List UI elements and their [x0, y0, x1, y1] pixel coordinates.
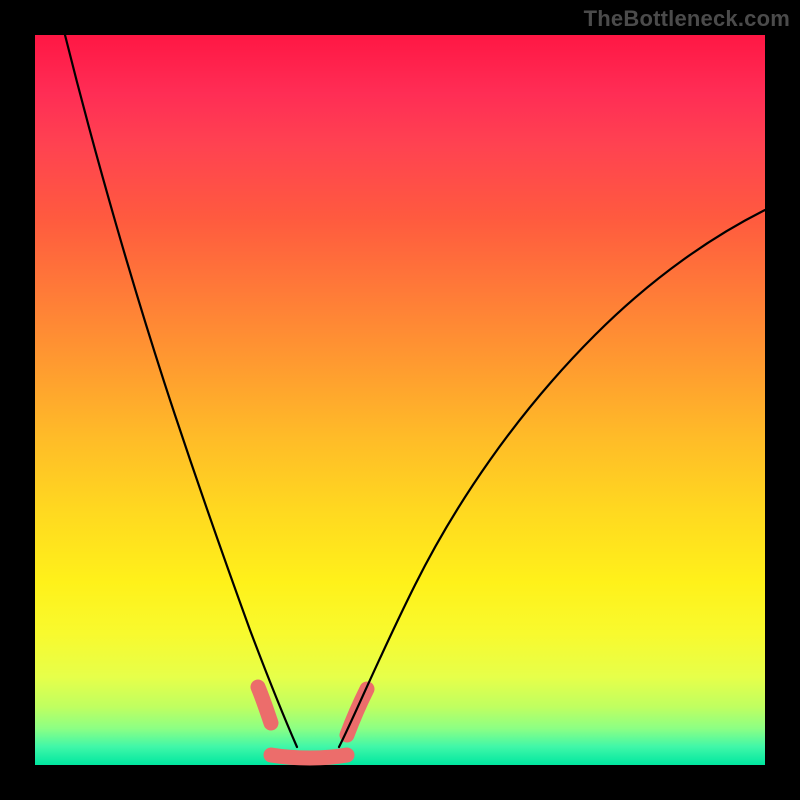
- watermark-text: TheBottleneck.com: [584, 6, 790, 32]
- right-curve: [339, 210, 765, 747]
- chart-canvas: [35, 35, 765, 765]
- outer-frame: TheBottleneck.com: [0, 0, 800, 800]
- left-curve: [65, 35, 297, 747]
- plot-area: [35, 35, 765, 765]
- left-highlight-segment: [258, 687, 271, 723]
- bottom-flat-highlight: [271, 755, 347, 758]
- right-highlight-segment: [347, 689, 367, 735]
